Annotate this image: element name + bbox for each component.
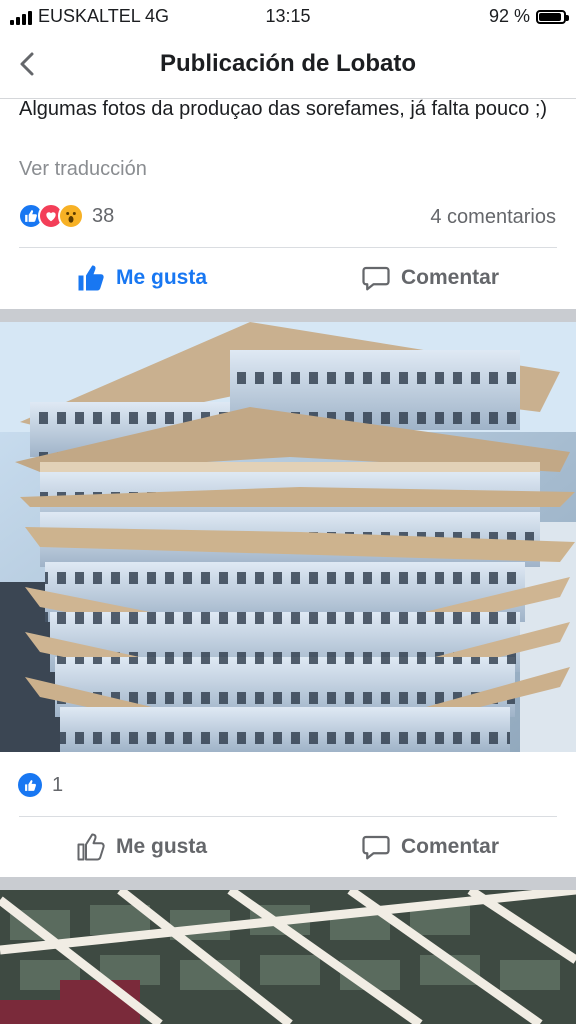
divider <box>19 816 557 817</box>
post-photo-seat-racks[interactable] <box>0 890 576 1024</box>
photo-comment-button[interactable]: Comentar <box>361 832 499 862</box>
photo-comment-label: Comentar <box>401 835 500 858</box>
battery-group: 92 % <box>488 6 569 27</box>
comment-button[interactable]: Comentar <box>361 263 499 293</box>
comment-label: Comentar <box>401 266 500 289</box>
speech-bubble-icon <box>362 835 390 860</box>
wow-reaction-icon <box>58 203 84 229</box>
thumbs-up-icon <box>78 265 104 291</box>
comments-count[interactable]: 4 comentarios <box>430 206 556 229</box>
section-separator <box>0 877 576 890</box>
like-label: Me gusta <box>116 266 208 289</box>
thumbs-up-outline-icon <box>77 833 105 861</box>
battery-percent: 92 % <box>488 6 530 26</box>
photo-reactions-summary[interactable]: 1 <box>18 773 63 797</box>
post-text: Algumas fotos da produçao das sorefames,… <box>19 98 548 120</box>
like-reaction-icon <box>18 773 42 797</box>
section-separator <box>0 309 576 322</box>
post-photo-train-shells[interactable] <box>0 322 576 752</box>
photo-like-button[interactable]: Me gusta <box>76 832 207 862</box>
speech-bubble-icon <box>362 266 390 291</box>
battery-icon <box>536 9 569 24</box>
page-title: Publicación de Lobato <box>159 50 417 77</box>
divider <box>19 247 557 248</box>
page-header: Publicación de Lobato <box>0 32 576 99</box>
photo-like-label: Me gusta <box>116 835 208 858</box>
translate-link[interactable]: Ver traducción <box>19 158 147 181</box>
like-button[interactable]: Me gusta <box>76 263 207 293</box>
status-bar: EUSKALTEL 4G 13:15 92 % <box>0 0 576 32</box>
photo-reaction-count: 1 <box>52 773 64 796</box>
reaction-count: 38 <box>92 204 115 227</box>
reactions-summary[interactable]: 38 <box>18 203 114 229</box>
battery-fill <box>539 12 562 21</box>
